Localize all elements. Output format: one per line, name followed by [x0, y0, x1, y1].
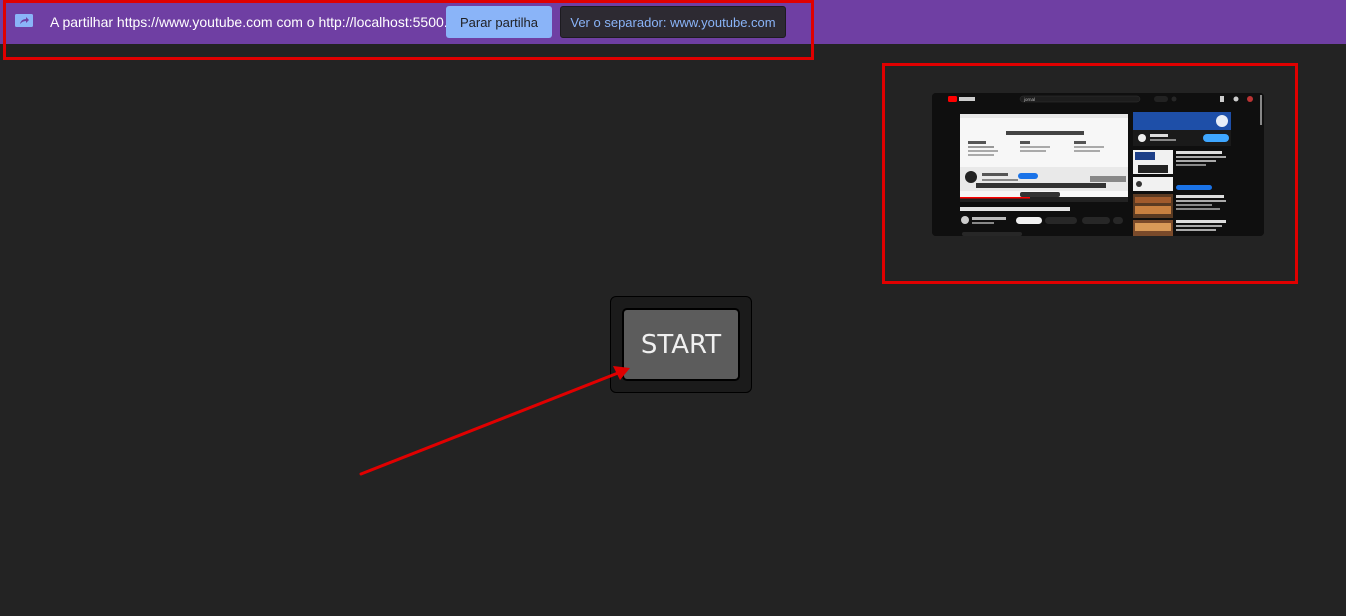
start-button[interactable]: START [622, 308, 740, 381]
annotation-rect-share-bar [3, 0, 814, 60]
annotation-rect-preview [882, 63, 1298, 284]
